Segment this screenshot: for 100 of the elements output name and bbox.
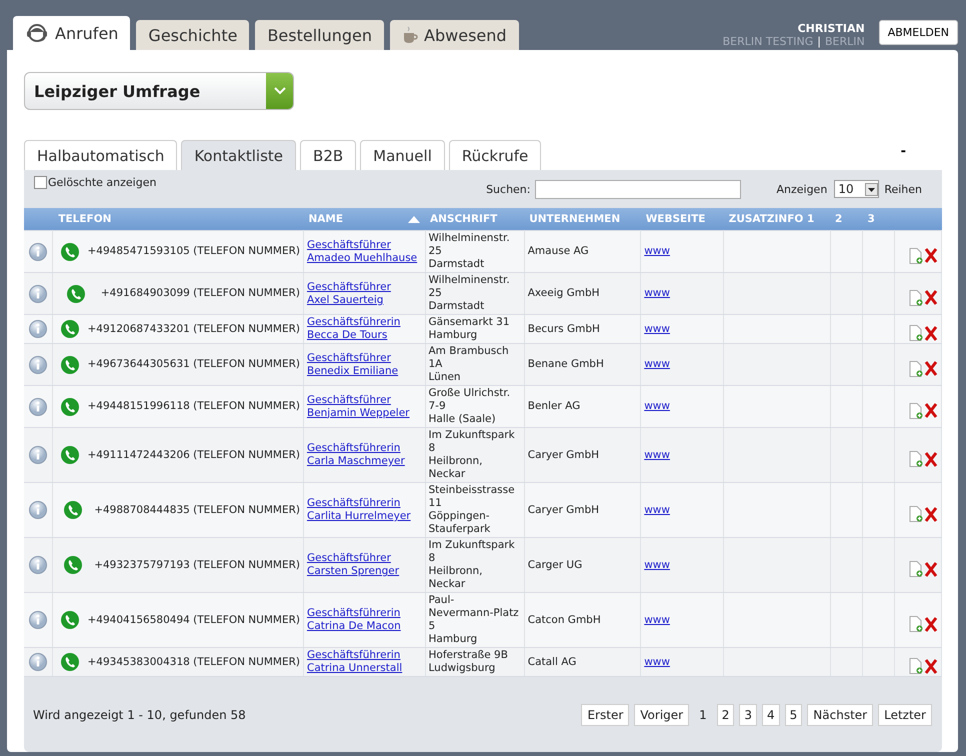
phone-number: +49673644305631 (TELEFON NUMMER) bbox=[88, 358, 300, 371]
info-icon[interactable] bbox=[28, 320, 47, 338]
checkbox[interactable] bbox=[34, 176, 47, 189]
address-text: Wilhelminenstr. 25 Darmstadt bbox=[428, 274, 510, 314]
add-document-icon[interactable] bbox=[909, 248, 923, 264]
phone-number: +49111472443206 (TELEFON NUMMER) bbox=[88, 448, 300, 462]
delete-icon[interactable] bbox=[924, 658, 938, 674]
main-tab[interactable]: Geschichte bbox=[136, 20, 250, 50]
delete-icon[interactable] bbox=[924, 452, 938, 466]
website-link[interactable]: www bbox=[644, 614, 670, 626]
phone-icon[interactable] bbox=[60, 356, 79, 374]
website-link[interactable]: www bbox=[644, 504, 670, 516]
info-icon[interactable] bbox=[28, 446, 47, 464]
phone-icon[interactable] bbox=[64, 501, 82, 519]
cup-icon bbox=[402, 26, 418, 44]
website-link[interactable]: www bbox=[644, 448, 670, 462]
info-icon[interactable] bbox=[28, 611, 47, 629]
phone-number: +49345383004318 (TELEFON NUMMER) bbox=[88, 656, 300, 668]
delete-icon[interactable] bbox=[924, 290, 938, 305]
sub-tab[interactable]: Rückrufe bbox=[448, 140, 542, 170]
add-document-icon[interactable] bbox=[909, 402, 923, 418]
add-document-icon[interactable] bbox=[909, 506, 923, 522]
delete-icon[interactable] bbox=[924, 403, 938, 418]
website-link[interactable]: www bbox=[644, 400, 670, 413]
sub-tab[interactable]: Manuell bbox=[360, 140, 445, 170]
sub-tab[interactable]: B2B bbox=[300, 140, 356, 170]
phone-number: +491684903099 (TELEFON NUMMER) bbox=[100, 287, 300, 300]
phone-icon[interactable] bbox=[60, 446, 79, 464]
phone-number: +49485471593105 (TELEFON NUMMER) bbox=[88, 245, 300, 258]
info-icon[interactable] bbox=[28, 356, 47, 374]
info-icon[interactable] bbox=[28, 398, 47, 416]
info-icon[interactable] bbox=[28, 653, 47, 671]
company-name: Benane GmbH bbox=[528, 358, 604, 370]
company-name: Carger UG bbox=[528, 558, 582, 570]
page-number[interactable]: 5 bbox=[784, 704, 802, 726]
company-name: Benler AG bbox=[528, 400, 580, 412]
add-document-icon[interactable] bbox=[909, 451, 923, 467]
company-name: Caryer GmbH bbox=[528, 448, 600, 460]
add-document-icon[interactable] bbox=[909, 658, 923, 674]
pagination-button[interactable]: Voriger bbox=[634, 704, 690, 726]
phone-icon[interactable] bbox=[60, 398, 79, 416]
phone-icon[interactable] bbox=[60, 242, 79, 260]
location-text: BERLIN TESTING bbox=[722, 35, 814, 48]
page-number[interactable]: 1 bbox=[694, 704, 712, 726]
company-name: Amause AG bbox=[528, 245, 589, 257]
company-name: Becurs GmbH bbox=[528, 322, 600, 334]
website-link[interactable]: www bbox=[644, 322, 670, 336]
info-icon[interactable] bbox=[28, 284, 47, 302]
sub-tab[interactable]: Halbautomatisch bbox=[24, 140, 178, 170]
add-document-icon[interactable] bbox=[909, 290, 923, 306]
campaign-dropdown[interactable]: Leipziger Umfrage bbox=[24, 72, 294, 110]
pagination-button[interactable]: Nächster bbox=[807, 704, 874, 726]
delete-icon[interactable] bbox=[924, 361, 938, 376]
phone-icon[interactable] bbox=[64, 556, 82, 574]
search-label: Suchen: bbox=[486, 182, 530, 196]
page-size-select[interactable]: 10 bbox=[834, 180, 880, 198]
info-icon[interactable] bbox=[28, 242, 47, 260]
add-document-icon[interactable] bbox=[909, 561, 923, 577]
website-link[interactable]: www bbox=[644, 656, 670, 668]
company-name: Axeeig GmbH bbox=[528, 287, 600, 299]
info-icon[interactable] bbox=[28, 501, 47, 519]
pagination-button[interactable]: Erster bbox=[581, 704, 630, 726]
company-name: Catcon GmbH bbox=[528, 614, 601, 626]
phone-number: +49404156580494 (TELEFON NUMMER) bbox=[88, 614, 300, 626]
delete-icon[interactable] bbox=[924, 248, 938, 263]
phone-icon[interactable] bbox=[60, 653, 79, 671]
website-link[interactable]: www bbox=[644, 358, 670, 371]
delete-icon[interactable] bbox=[924, 326, 938, 340]
pagination-button[interactable]: Letzter bbox=[878, 704, 932, 726]
chevron-down-icon bbox=[274, 87, 286, 95]
phone-icon[interactable] bbox=[67, 284, 86, 302]
sub-tab[interactable]: Kontaktliste bbox=[181, 140, 296, 170]
address-text: Im Zukunftspark 8 Heilbronn, Neckar bbox=[428, 428, 515, 482]
delete-icon[interactable] bbox=[924, 562, 938, 576]
address-text: Am Brambusch 1A Lünen bbox=[428, 344, 509, 384]
main-tab[interactable]: Anrufen bbox=[13, 16, 130, 50]
page-number[interactable]: 3 bbox=[739, 704, 758, 726]
search-field[interactable] bbox=[535, 180, 742, 198]
phone-icon[interactable] bbox=[60, 611, 79, 629]
page-number[interactable]: 4 bbox=[762, 704, 780, 726]
main-tab[interactable]: Bestellungen bbox=[255, 20, 384, 50]
phone-number: +4988708444835 (TELEFON NUMMER) bbox=[94, 504, 300, 516]
page-number[interactable]: 2 bbox=[716, 704, 734, 726]
dash-mark: - bbox=[900, 144, 906, 159]
main-tab[interactable]: Abwesend bbox=[390, 20, 519, 50]
delete-icon[interactable] bbox=[924, 506, 938, 522]
website-link[interactable]: www bbox=[644, 558, 670, 572]
website-link[interactable]: www bbox=[644, 245, 670, 258]
add-document-icon[interactable] bbox=[909, 360, 923, 376]
website-link[interactable]: www bbox=[644, 287, 670, 300]
add-document-icon[interactable] bbox=[909, 616, 923, 632]
city-text: BERLIN bbox=[824, 35, 865, 48]
company-name: Caryer GmbH bbox=[528, 504, 600, 516]
logout-button[interactable]: ABMELDEN bbox=[878, 20, 958, 45]
address-text: Paul- Nevermann-Platz 5 Hamburg bbox=[428, 594, 519, 646]
add-document-icon[interactable] bbox=[909, 325, 923, 341]
delete-icon[interactable] bbox=[924, 616, 938, 632]
info-icon[interactable] bbox=[28, 556, 47, 574]
phone-icon[interactable] bbox=[60, 320, 79, 338]
rows-label: Reihen bbox=[884, 182, 922, 196]
